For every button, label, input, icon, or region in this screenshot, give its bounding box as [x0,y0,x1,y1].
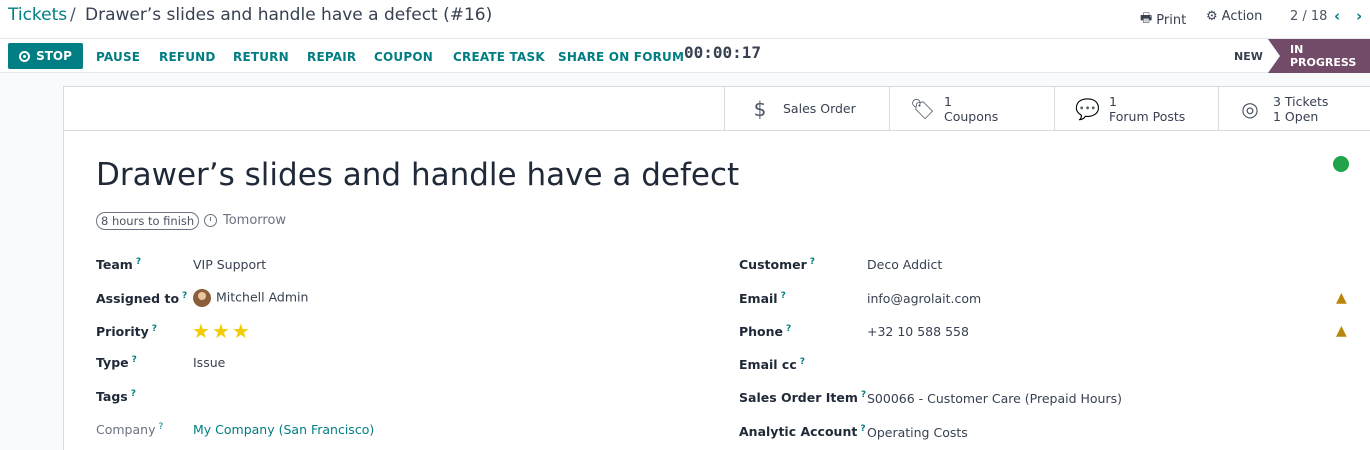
coupons-smart-button[interactable]: 🏷 1 Coupons [889,87,1054,130]
clock-icon [204,214,217,227]
stage-in-progress[interactable]: IN PROGRESS [1268,39,1370,73]
assigned-to-value: Mitchell Admin [216,289,309,305]
print-label: Print [1156,12,1187,28]
sales-order-smart-button[interactable]: $ Sales Order [724,87,889,130]
pause-button[interactable]: PAUSE [96,50,140,64]
forum-posts-label: Forum Posts [1109,108,1186,124]
type-field[interactable]: Issue [193,355,225,370]
avatar [193,289,211,307]
email-label: Email? [739,291,786,307]
sla-deadline-badge: 8 hours to finish [96,212,200,230]
coupon-button[interactable]: COUPON [374,50,433,64]
dollar-icon: $ [753,96,767,121]
tags-field[interactable] [193,389,493,405]
assigned-to-field[interactable]: Mitchell Admin [193,289,308,307]
comments-icon: 💬 [1075,96,1100,121]
priority-stars[interactable]: ★★★ [192,319,252,343]
create-task-button[interactable]: CREATE TASK [453,50,545,64]
tickets-count-label: 3 Tickets [1273,93,1329,109]
return-button[interactable]: RETURN [233,50,289,64]
coupons-count: 1 [944,93,952,109]
timer-display: 00:00:17 [684,43,762,62]
star-icon[interactable]: ★ [212,319,232,343]
sales-order-item-label: Sales Order Item? [739,390,867,406]
warning-icon: ▲ [1336,290,1347,306]
status-bar: STOP PAUSE REFUND RETURN REPAIR COUPON C… [0,38,1370,73]
team-label: Team? [96,257,142,273]
breadcrumb-current: Drawer’s slides and handle have a defect… [85,5,493,25]
warning-icon: ▲ [1336,323,1347,339]
analytic-account-field[interactable]: Operating Costs [867,425,968,440]
team-field[interactable]: VIP Support [193,257,266,272]
repair-button[interactable]: REPAIR [307,50,356,64]
stop-icon [19,50,31,62]
stage-new[interactable]: NEW [1234,50,1263,63]
forum-posts-smart-button[interactable]: 💬 1 Forum Posts [1054,87,1218,130]
customer-label: Customer? [739,257,815,273]
control-panel: Tickets / Drawer’s slides and handle hav… [0,0,1370,38]
life-ring-icon: ◎ [1241,96,1259,121]
tickets-open-label: 1 Open [1273,108,1319,124]
kanban-state-indicator[interactable] [1333,156,1349,172]
chevron-left-icon[interactable]: ‹ [1334,7,1340,25]
star-icon[interactable]: ★ [232,319,252,343]
coupons-label: Coupons [944,108,999,124]
stop-button[interactable]: STOP [8,43,83,69]
tickets-smart-button[interactable]: ◎ 3 Tickets 1 Open [1218,87,1370,130]
share-on-forum-button[interactable]: SHARE ON FORUM [558,50,684,64]
ticket-icon: 🏷 [910,96,936,121]
stop-label: STOP [36,49,72,63]
company-field[interactable]: My Company (San Francisco) [193,422,374,437]
due-date: Tomorrow [204,213,286,228]
sales-order-item-field[interactable]: S00066 - Customer Care (Prepaid Hours) [867,391,1122,406]
customer-field[interactable]: Deco Addict [867,257,942,272]
priority-label: Priority? [96,324,158,340]
company-label: Company? [96,422,164,438]
phone-field[interactable]: +32 10 588 558 [867,324,969,339]
analytic-account-label: Analytic Account? [739,424,866,440]
type-label: Type? [96,355,137,371]
action-button[interactable]: ⚙ Action [1206,9,1262,24]
email-cc-label: Email cc? [739,357,805,373]
form-sheet: $ Sales Order 🏷 1 Coupons 💬 1 Forum Post… [63,86,1370,450]
refund-button[interactable]: REFUND [159,50,216,64]
assigned-to-label: Assigned to? [96,291,188,307]
email-field[interactable]: info@agrolait.com [867,291,981,306]
breadcrumb-separator: / [70,5,76,25]
action-label: Action [1221,9,1263,24]
sales-order-label: Sales Order [783,101,856,116]
printer-icon: 🖶 [1140,11,1153,26]
chevron-right-icon[interactable]: › [1356,7,1362,25]
breadcrumb-tickets-link[interactable]: Tickets [8,5,67,25]
print-button[interactable]: 🖶 Print [1140,9,1186,31]
forum-posts-count: 1 [1109,93,1117,109]
email-cc-field[interactable] [867,357,1267,373]
due-date-label: Tomorrow [223,213,287,228]
stage-in-progress-label: IN PROGRESS [1290,43,1357,69]
gear-icon: ⚙ [1206,9,1218,24]
ticket-title[interactable]: Drawer’s slides and handle have a defect [96,157,739,193]
tags-label: Tags? [96,389,136,405]
smart-button-box: $ Sales Order 🏷 1 Coupons 💬 1 Forum Post… [64,87,1370,131]
pager-value[interactable]: 2 / 18 [1290,9,1327,24]
phone-label: Phone? [739,324,792,340]
star-icon[interactable]: ★ [192,319,212,343]
